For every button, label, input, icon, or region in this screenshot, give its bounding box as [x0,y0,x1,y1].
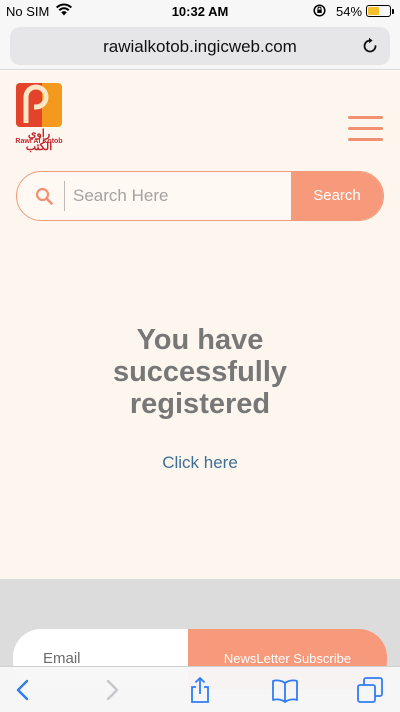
bookmarks-icon[interactable] [271,677,299,703]
success-line-3: registered [129,388,271,420]
battery-level [368,7,380,15]
success-message: You have successfully registered [0,324,400,420]
forward-icon[interactable] [97,677,125,703]
rotation-lock-icon [313,4,326,17]
logo-mark [16,83,62,127]
success-line-2: successfully [112,356,288,388]
page-content: راوي الكتب Rawi Al Kotob Search You have… [0,71,400,579]
status-bar: No SIM 10:32 AM 54% [0,0,400,22]
site-logo[interactable]: راوي الكتب Rawi Al Kotob [14,83,64,153]
back-icon[interactable] [10,677,38,703]
search-icon [35,187,53,205]
tabs-icon[interactable] [356,677,384,703]
address-bar[interactable]: rawialkotob.ingicweb.com [10,27,390,65]
battery-icon [366,5,394,17]
hamburger-menu-icon[interactable] [348,116,383,144]
search-divider [64,181,65,211]
battery-percent: 54% [336,4,363,19]
share-icon[interactable] [186,677,214,703]
search-button[interactable]: Search [291,172,383,220]
url-text[interactable]: rawialkotob.ingicweb.com [10,37,390,57]
success-line-1: You have [136,324,264,356]
reload-icon[interactable] [360,36,380,56]
search-input[interactable] [73,172,288,220]
logo-english-text: Rawi Al Kotob [15,138,63,145]
click-here-link[interactable]: Click here [0,453,400,473]
browser-address-area: rawialkotob.ingicweb.com [0,22,400,70]
search-bar: Search [16,171,384,221]
browser-toolbar [0,666,400,712]
